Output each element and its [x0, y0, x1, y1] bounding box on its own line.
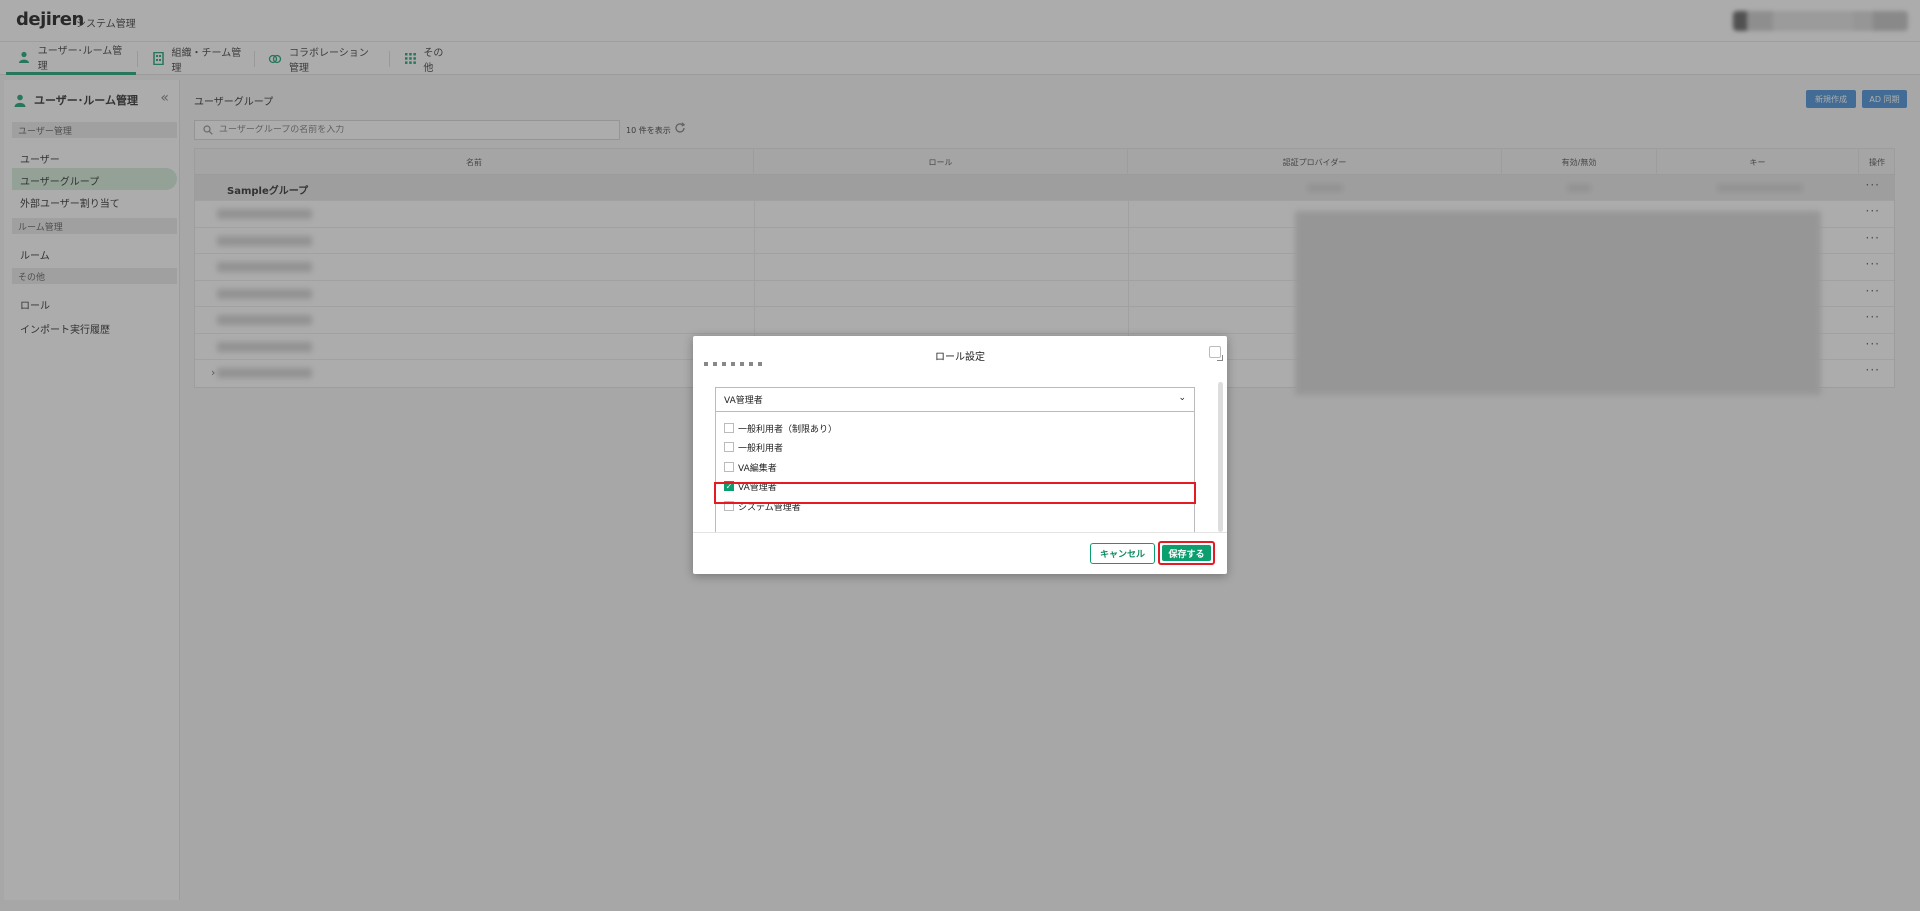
save-button-highlight: 保存する — [1158, 541, 1215, 565]
checkbox[interactable] — [724, 442, 734, 452]
role-option-label: 一般利用者 — [738, 443, 784, 454]
close-icon[interactable] — [1209, 346, 1223, 361]
truncated-label — [704, 362, 764, 366]
dialog-divider — [693, 532, 1227, 533]
role-option-label: VA編集者 — [738, 463, 777, 474]
dialog-title: ロール設定 — [935, 352, 985, 363]
role-select[interactable]: VA管理者 ⌄ — [715, 387, 1195, 412]
selection-highlight — [714, 482, 1196, 504]
role-settings-dialog: ロール設定 VA管理者 ⌄ 一般利用者（制限あり） 一般利用者 VA編集者 ✓ … — [693, 336, 1227, 574]
dialog-scrollbar[interactable] — [1218, 382, 1223, 532]
role-option-label: 一般利用者（制限あり） — [738, 424, 838, 435]
role-option[interactable]: VA編集者 — [724, 459, 777, 475]
checkbox[interactable] — [724, 462, 734, 472]
save-button[interactable]: 保存する — [1162, 545, 1211, 561]
role-option[interactable]: 一般利用者（制限あり） — [724, 420, 837, 436]
role-options-list: 一般利用者（制限あり） 一般利用者 VA編集者 ✓ VA管理者 システム管理者 — [715, 412, 1195, 533]
chevron-down-icon: ⌄ — [1178, 393, 1186, 403]
checkbox[interactable] — [724, 423, 734, 433]
role-option[interactable]: 一般利用者 — [724, 439, 783, 455]
cancel-button[interactable]: キャンセル — [1090, 543, 1155, 564]
select-value: VA管理者 — [724, 396, 763, 406]
